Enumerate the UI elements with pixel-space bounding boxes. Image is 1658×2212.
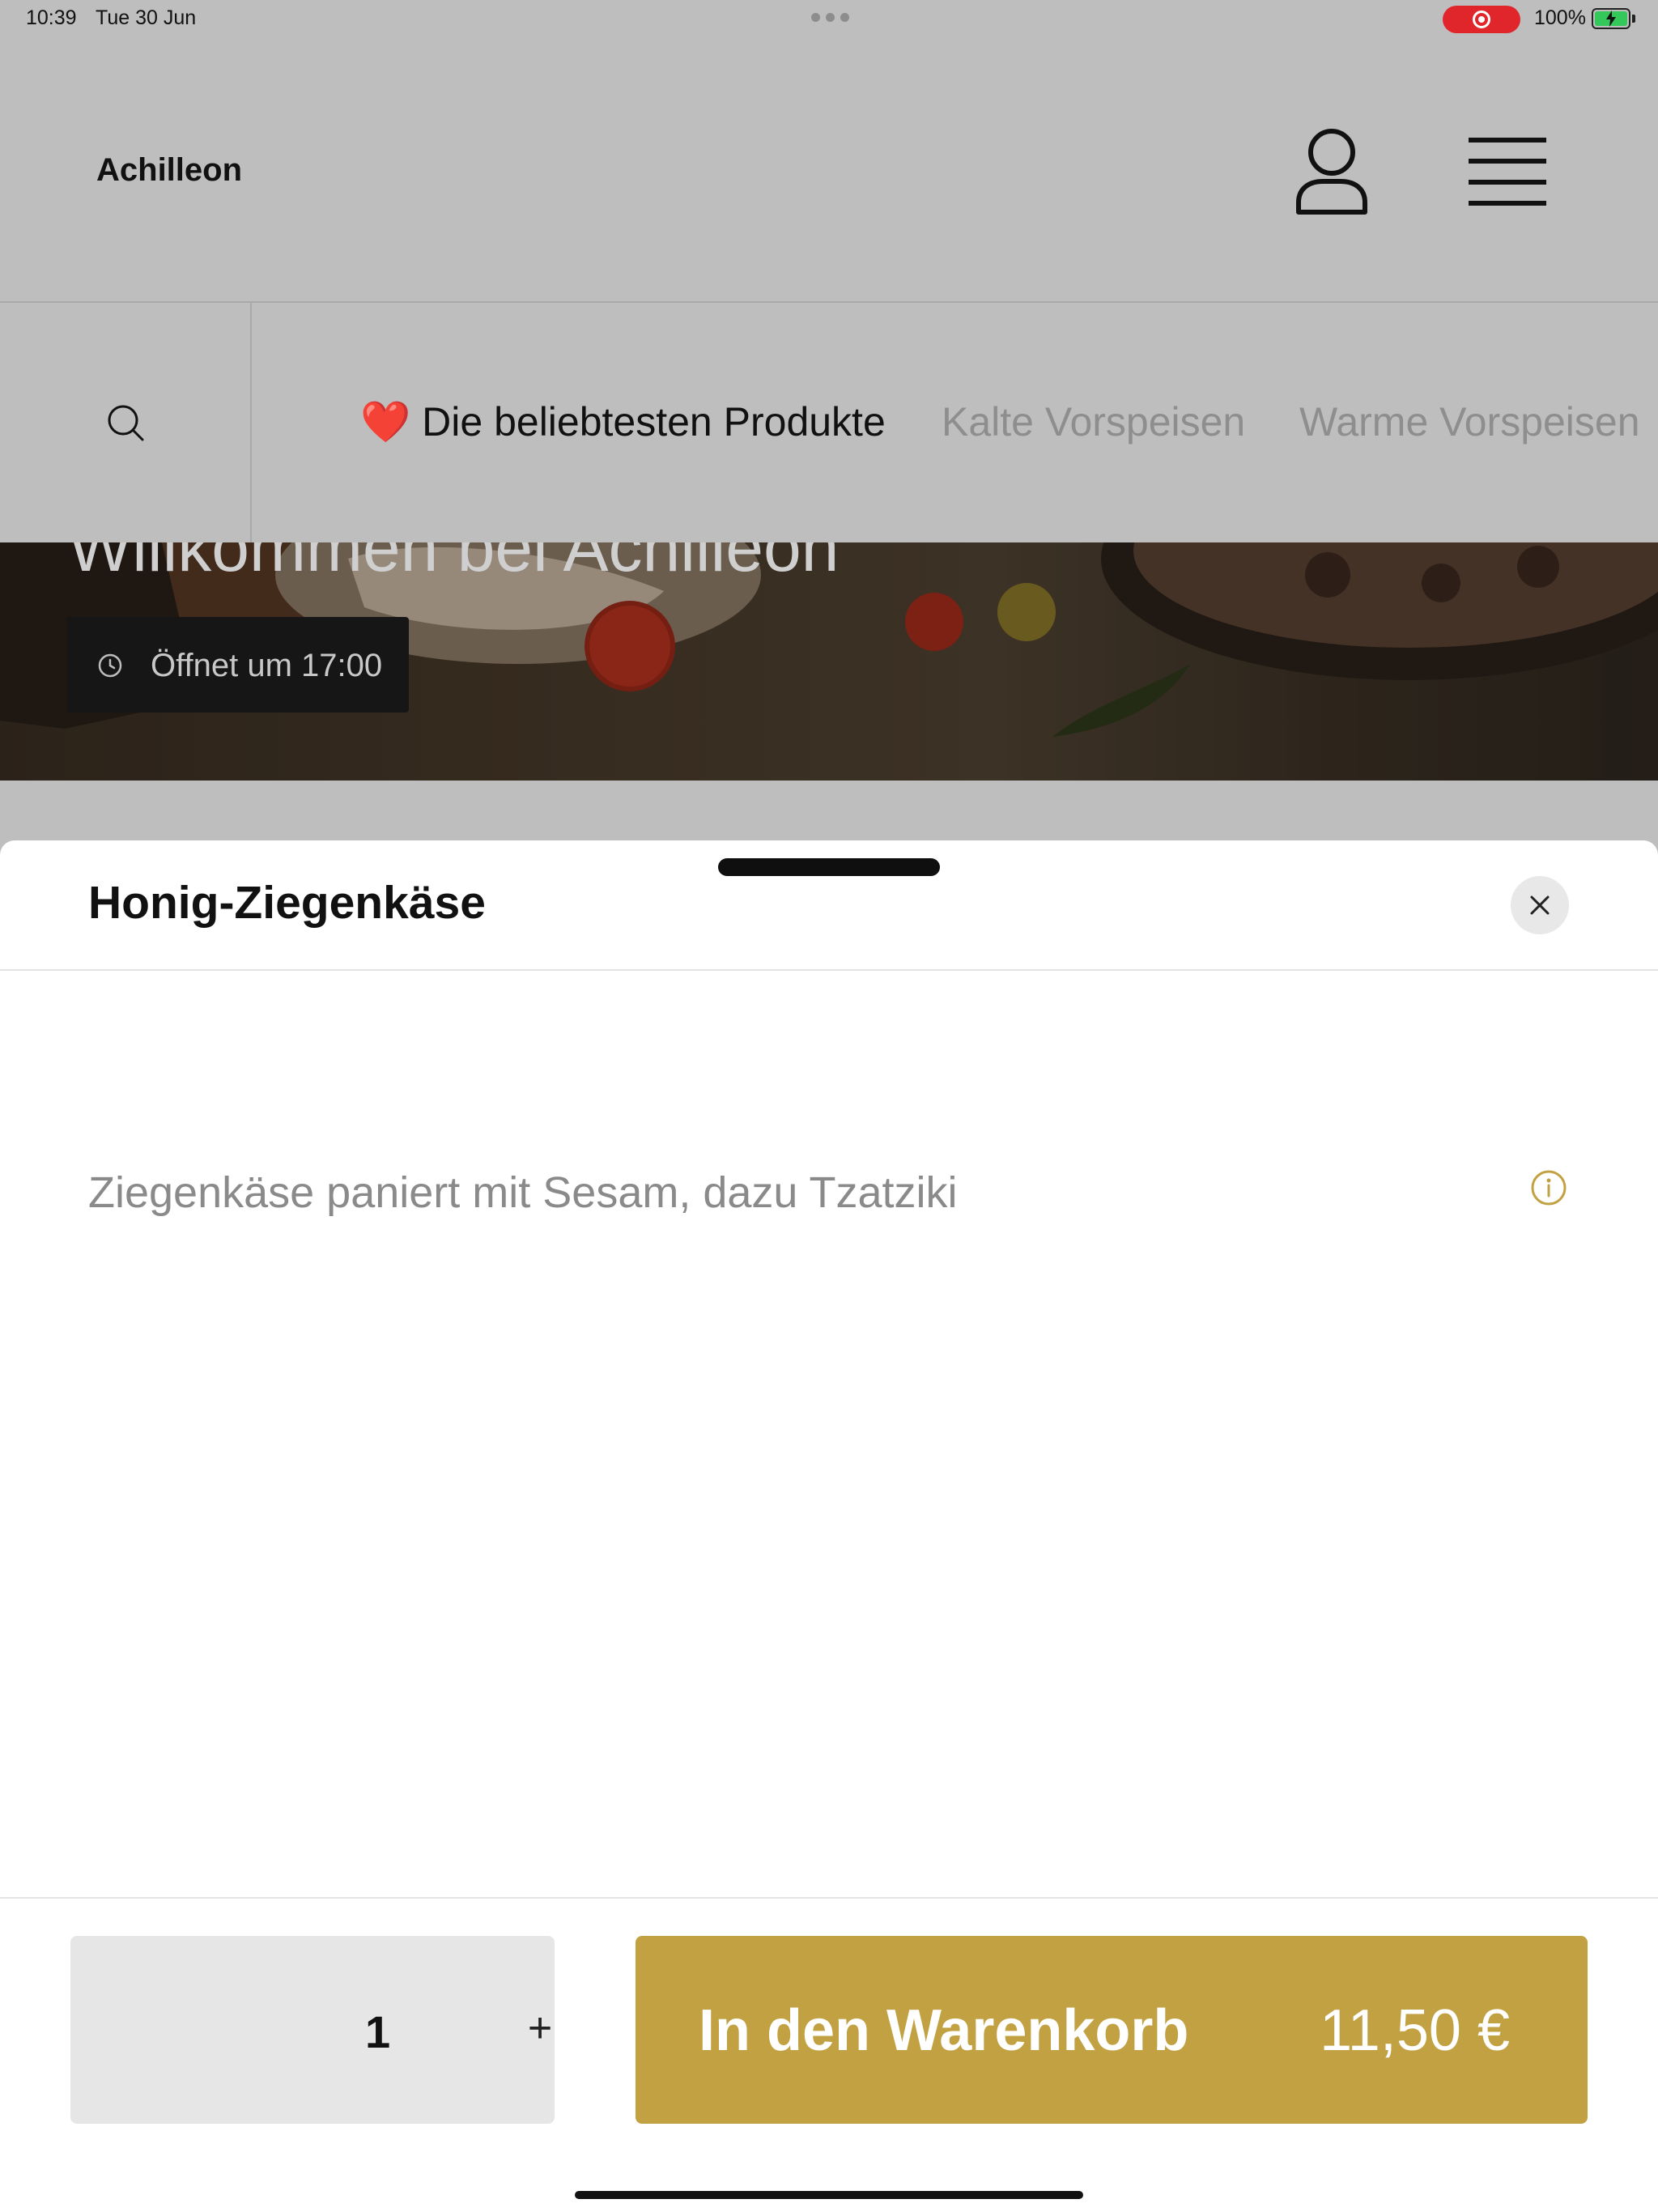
brand-name[interactable]: Achilleon (96, 152, 242, 189)
heart-icon: ❤️ (360, 399, 411, 445)
add-to-cart-button[interactable]: In den Warenkorb 11,50 € (636, 1936, 1588, 2124)
allergen-info-button[interactable] (1530, 1169, 1567, 1206)
status-time: 10:39 (26, 6, 77, 29)
hero-banner: Willkommen bei Achilleon Öffnet um 17:00 (0, 542, 1658, 781)
close-icon (1530, 895, 1550, 915)
increase-quantity-button[interactable]: + (517, 2001, 563, 2056)
search-icon (108, 405, 143, 441)
category-tabs: ❤️ Die beliebtesten Produkte Kalte Vorsp… (252, 303, 1658, 542)
hero-welcome-title: Willkommen bei Achilleon (68, 542, 840, 585)
battery-tip (1632, 15, 1635, 23)
close-button[interactable] (1511, 876, 1569, 934)
hamburger-menu-icon (1469, 138, 1546, 206)
product-price: 11,50 € (1320, 1998, 1510, 2063)
tab-popular-products[interactable]: ❤️ Die beliebtesten Produkte (360, 398, 886, 446)
user-icon (1296, 129, 1367, 215)
screen-recording-indicator[interactable] (1443, 6, 1520, 33)
product-sheet: Honig-Ziegenkäse Ziegenkäse paniert mit … (0, 840, 1658, 2212)
status-date: Tue 30 Jun (96, 6, 197, 29)
footer-divider (0, 1897, 1658, 1899)
multitasking-dots-icon[interactable] (811, 13, 849, 22)
search-button[interactable] (0, 303, 252, 542)
tab-cold-starters[interactable]: Kalte Vorspeisen (942, 398, 1245, 445)
sheet-divider (0, 969, 1658, 971)
tab-warm-starters[interactable]: Warme Vorspeisen (1299, 398, 1640, 445)
charging-bolt-icon (1606, 11, 1616, 27)
add-to-cart-label: In den Warenkorb (699, 1998, 1189, 2063)
battery-icon (1592, 8, 1630, 29)
sheet-grabber[interactable] (718, 858, 940, 876)
home-indicator[interactable] (575, 2191, 1083, 2199)
tab-label: Die beliebtesten Produkte (422, 399, 886, 445)
account-button[interactable] (1294, 128, 1370, 217)
opening-hours-badge: Öffnet um 17:00 (66, 617, 409, 713)
clock-icon (98, 653, 122, 678)
app-header: Achilleon (0, 39, 1658, 303)
status-bar: 10:39 Tue 30 Jun 100% (0, 0, 1658, 39)
page-background (0, 781, 1658, 842)
info-icon (1531, 1170, 1567, 1206)
product-description: Ziegenkäse paniert mit Sesam, dazu Tzatz… (88, 1168, 958, 1217)
quantity-stepper: 1 + (70, 1936, 555, 2124)
product-title: Honig-Ziegenkäse (88, 877, 486, 929)
record-icon (1473, 11, 1490, 28)
category-bar: ❤️ Die beliebtesten Produkte Kalte Vorsp… (0, 303, 1658, 542)
menu-button[interactable] (1467, 136, 1548, 209)
opening-hours-text: Öffnet um 17:00 (151, 648, 383, 683)
quantity-value: 1 (365, 2006, 391, 2057)
battery-percent: 100% (1534, 6, 1586, 29)
